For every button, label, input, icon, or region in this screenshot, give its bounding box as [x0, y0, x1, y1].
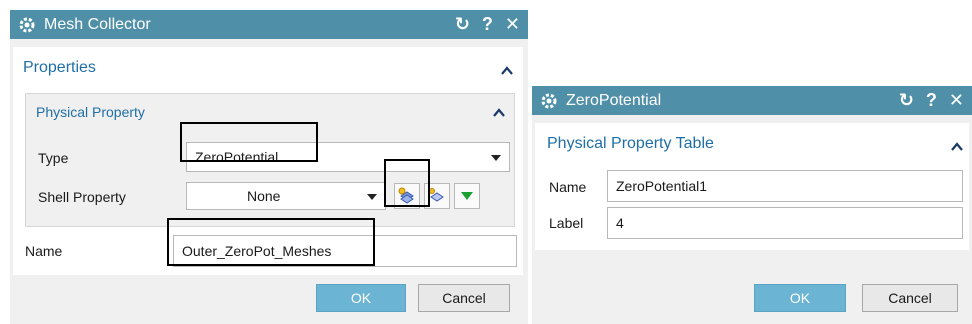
dialog-title: Mesh Collector: [44, 15, 151, 33]
ok-button[interactable]: OK: [754, 284, 846, 312]
reset-icon[interactable]: ↻: [455, 14, 470, 35]
shell-property-dropdown[interactable]: None: [186, 182, 386, 210]
ok-button[interactable]: OK: [316, 284, 406, 312]
reset-icon[interactable]: ↻: [899, 90, 914, 111]
collapse-chevron-icon[interactable]: [501, 66, 513, 76]
shell-property-value: None: [247, 188, 281, 204]
collapse-chevron-icon[interactable]: [493, 108, 505, 118]
zp-name-field[interactable]: ZeroPotential1: [607, 170, 963, 202]
cancel-button[interactable]: Cancel: [862, 284, 958, 312]
gear-icon[interactable]: [18, 16, 36, 34]
zp-label-field[interactable]: 4: [607, 207, 963, 239]
physical-property-section-title[interactable]: Physical Property: [36, 104, 145, 120]
dropdown-arrow-icon[interactable]: [367, 194, 377, 200]
callout-name-highlight: [167, 218, 375, 266]
dialog-title: ZeroPotential: [566, 91, 662, 109]
type-label: Type: [38, 150, 69, 166]
physical-property-table-panel: Physical Property Table Name ZeroPotenti…: [535, 123, 969, 250]
zero-potential-dialog: ZeroPotential ↻ ? ✕ Physical Property Ta…: [532, 86, 972, 324]
close-icon[interactable]: ✕: [505, 14, 520, 35]
zp-label-value: 4: [616, 215, 624, 231]
callout-type-highlight: [180, 122, 318, 162]
callout-icon-highlight: [384, 159, 430, 207]
green-dropdown-icon: [461, 192, 473, 200]
zp-name-value: ZeroPotential1: [616, 178, 708, 194]
mesh-collector-dialog: Mesh Collector ↻ ? ✕ Properties Physical…: [10, 10, 528, 324]
zp-name-label: Name: [549, 179, 587, 195]
name-label: Name: [25, 243, 63, 259]
help-icon[interactable]: ?: [926, 90, 937, 111]
shell-property-label: Shell Property: [38, 189, 126, 205]
physical-property-table-title[interactable]: Physical Property Table: [547, 135, 714, 153]
help-icon[interactable]: ?: [482, 14, 493, 35]
mesh-collector-titlebar: Mesh Collector ↻ ? ✕: [10, 10, 528, 39]
gear-icon[interactable]: [540, 92, 558, 110]
edit-property-icon: [429, 188, 444, 202]
zero-potential-titlebar: ZeroPotential ↻ ? ✕: [532, 86, 972, 115]
collapse-chevron-icon[interactable]: [951, 142, 963, 152]
dropdown-arrow-icon[interactable]: [491, 155, 501, 161]
cancel-button[interactable]: Cancel: [418, 284, 510, 312]
zp-label-label: Label: [549, 215, 584, 231]
close-icon[interactable]: ✕: [949, 90, 964, 111]
property-menu-button[interactable]: [454, 183, 480, 209]
properties-section-title[interactable]: Properties: [23, 59, 96, 77]
